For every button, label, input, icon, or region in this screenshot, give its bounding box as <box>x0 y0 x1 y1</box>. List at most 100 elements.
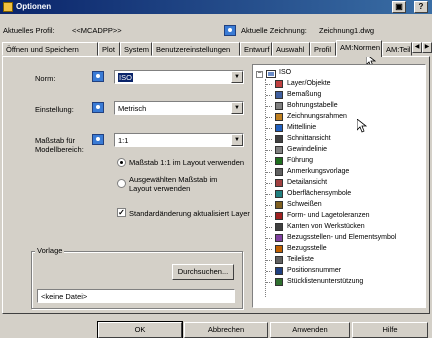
norm-label: Norm: <box>35 74 56 83</box>
tree-item-label: Führung <box>287 157 314 164</box>
tree-item-label: Gewindelinie <box>287 146 328 153</box>
tree-item[interactable]: Bemaßung <box>253 90 423 100</box>
tree-item[interactable]: Führung <box>253 156 423 166</box>
drawing-icon <box>224 25 236 36</box>
radio-selected-scale-label[interactable]: Ausgewählten Maßstab im Layout verwenden <box>129 175 229 193</box>
tree-item-label: Zeichnungsrahmen <box>287 113 347 120</box>
tree-item[interactable]: Schnittansicht <box>253 134 423 144</box>
tree-item-icon <box>275 256 283 264</box>
tree-item-icon <box>275 190 283 198</box>
tree-item[interactable]: Bezugsstelle <box>253 244 423 254</box>
tab-selection[interactable]: Auswahl <box>272 42 310 56</box>
tree-item-label: Bezugsstelle <box>287 245 327 252</box>
tab-open-save[interactable]: Öffnen und Speichern <box>2 42 98 56</box>
collapse-icon[interactable]: − <box>256 70 263 78</box>
tree-item-label: Mittellinie <box>287 124 317 131</box>
einstellung-combo[interactable]: Metrisch ▼ <box>114 101 244 115</box>
norm-info-icon[interactable] <box>92 71 104 82</box>
tree-item[interactable]: Positionsnummer <box>253 266 423 276</box>
tree-item[interactable]: Layer/Objekte <box>253 79 423 89</box>
tree-item[interactable]: Detailansicht <box>253 178 423 188</box>
profile-value: <<MCADPP>> <box>72 26 122 35</box>
tree-item-icon <box>275 201 283 209</box>
restore-button[interactable]: ▣ <box>392 1 406 13</box>
tab-system[interactable]: System <box>120 42 152 56</box>
tree-item[interactable]: Zeichnungsrahmen <box>253 112 423 122</box>
tab-scroll-right[interactable]: ▶ <box>422 42 432 53</box>
tree-branch-line <box>266 95 272 96</box>
tab-plot[interactable]: Plot <box>98 42 120 56</box>
update-layer-label[interactable]: Standardänderung aktualisiert Layer <box>129 209 250 218</box>
tab-user-settings[interactable]: Benutzereinstellungen <box>152 42 240 56</box>
tab-am-normen[interactable]: AM:Normen <box>336 40 382 57</box>
tab-am-teil[interactable]: AM:Teil <box>382 42 412 56</box>
tree-root[interactable]: − ISO <box>253 68 423 78</box>
apply-button[interactable]: Anwenden <box>270 322 350 338</box>
cancel-button[interactable]: Abbrechen <box>184 322 268 338</box>
tree-item-label: Layer/Objekte <box>287 80 331 87</box>
norm-combo[interactable]: ISO ▼ <box>114 70 244 84</box>
tree-item-label: Teileliste <box>287 256 314 263</box>
massstab-info-icon[interactable] <box>92 134 104 145</box>
tree-item[interactable]: Bezugsstellen- und Elementsymbol <box>253 233 423 243</box>
tree-branch-line <box>266 238 272 239</box>
template-file-field[interactable]: <keine Datei> <box>37 289 235 303</box>
tree-item[interactable]: Kanten von Werkstücken <box>253 222 423 232</box>
tree-item[interactable]: Bohrungstabelle <box>253 101 423 111</box>
tree-cursor-icon <box>357 119 367 133</box>
einstellung-info-icon[interactable] <box>92 102 104 113</box>
tree-item[interactable]: Anmerkungsvorlage <box>253 167 423 177</box>
ok-button[interactable]: OK <box>97 321 183 338</box>
tree-item-icon <box>275 113 283 121</box>
norm-value: ISO <box>118 73 133 82</box>
options-dialog: Optionen ▣ ? Aktuelles Profil: <<MCADPP>… <box>0 0 432 338</box>
radio-selected-scale[interactable] <box>117 179 126 188</box>
iso-folder-icon <box>266 70 276 78</box>
tree-branch-line <box>266 249 272 250</box>
einstellung-label: Einstellung: <box>35 105 74 114</box>
tree-item[interactable]: Stücklistenunterstützung <box>253 277 423 287</box>
chevron-down-icon[interactable]: ▼ <box>231 134 243 146</box>
radio-scale-1-1-label[interactable]: Maßstab 1:1 im Layout verwenden <box>129 158 244 167</box>
tree-branch-line <box>266 84 272 85</box>
tree-item-icon <box>275 146 283 154</box>
help-title-button[interactable]: ? <box>414 1 428 13</box>
template-file-value: <keine Datei> <box>41 292 88 301</box>
tree-item-icon <box>275 179 283 187</box>
tab-scroll-left[interactable]: ◀ <box>412 42 422 53</box>
tree-item[interactable]: Oberflächensymbole <box>253 189 423 199</box>
radio-scale-1-1[interactable] <box>117 158 126 167</box>
tree-item[interactable]: Mittellinie <box>253 123 423 133</box>
title-bar[interactable]: Optionen ▣ ? <box>0 0 432 14</box>
tree-branch-line <box>266 128 272 129</box>
tree-item-label: Anmerkungsvorlage <box>287 168 350 175</box>
tree-root-label: ISO <box>279 69 292 76</box>
window-title: Optionen <box>16 2 52 11</box>
tab-draft[interactable]: Entwurf <box>240 42 272 56</box>
tree-item-icon <box>275 80 283 88</box>
tree-item-icon <box>275 234 283 242</box>
massstab-combo[interactable]: 1:1 ▼ <box>114 133 244 147</box>
browse-button[interactable]: Durchsuchen... <box>172 264 234 280</box>
tree-branch-line <box>266 227 272 228</box>
massstab-label: Maßstab für Modellbereich: <box>35 136 84 154</box>
tree-item-label: Bohrungstabelle <box>287 102 338 109</box>
vorlage-title: Vorlage <box>35 246 65 255</box>
help-button[interactable]: Hilfe <box>352 322 428 338</box>
tree-branch-line <box>266 194 272 195</box>
tree-item-icon <box>275 91 283 99</box>
tree-item[interactable]: Form- und Lagetoleranzen <box>253 211 423 221</box>
tree-item[interactable]: Schweißen <box>253 200 423 210</box>
tree-item[interactable]: Gewindelinie <box>253 145 423 155</box>
chevron-down-icon[interactable]: ▼ <box>231 102 243 114</box>
tab-profile[interactable]: Profil <box>310 42 336 56</box>
standards-tree[interactable]: − ISO Layer/Objekte Bemaßung Bohrungstabel… <box>252 64 426 308</box>
tree-item-icon <box>275 157 283 165</box>
tree-item-label: Stücklistenunterstützung <box>287 278 364 285</box>
tree-item-icon <box>275 212 283 220</box>
tree-item[interactable]: Teileliste <box>253 255 423 265</box>
chevron-down-icon[interactable]: ▼ <box>231 71 243 83</box>
update-layer-checkbox[interactable]: ✓ <box>117 208 126 217</box>
tree-branch-line <box>266 271 272 272</box>
drawing-value: Zeichnung1.dwg <box>319 26 375 35</box>
